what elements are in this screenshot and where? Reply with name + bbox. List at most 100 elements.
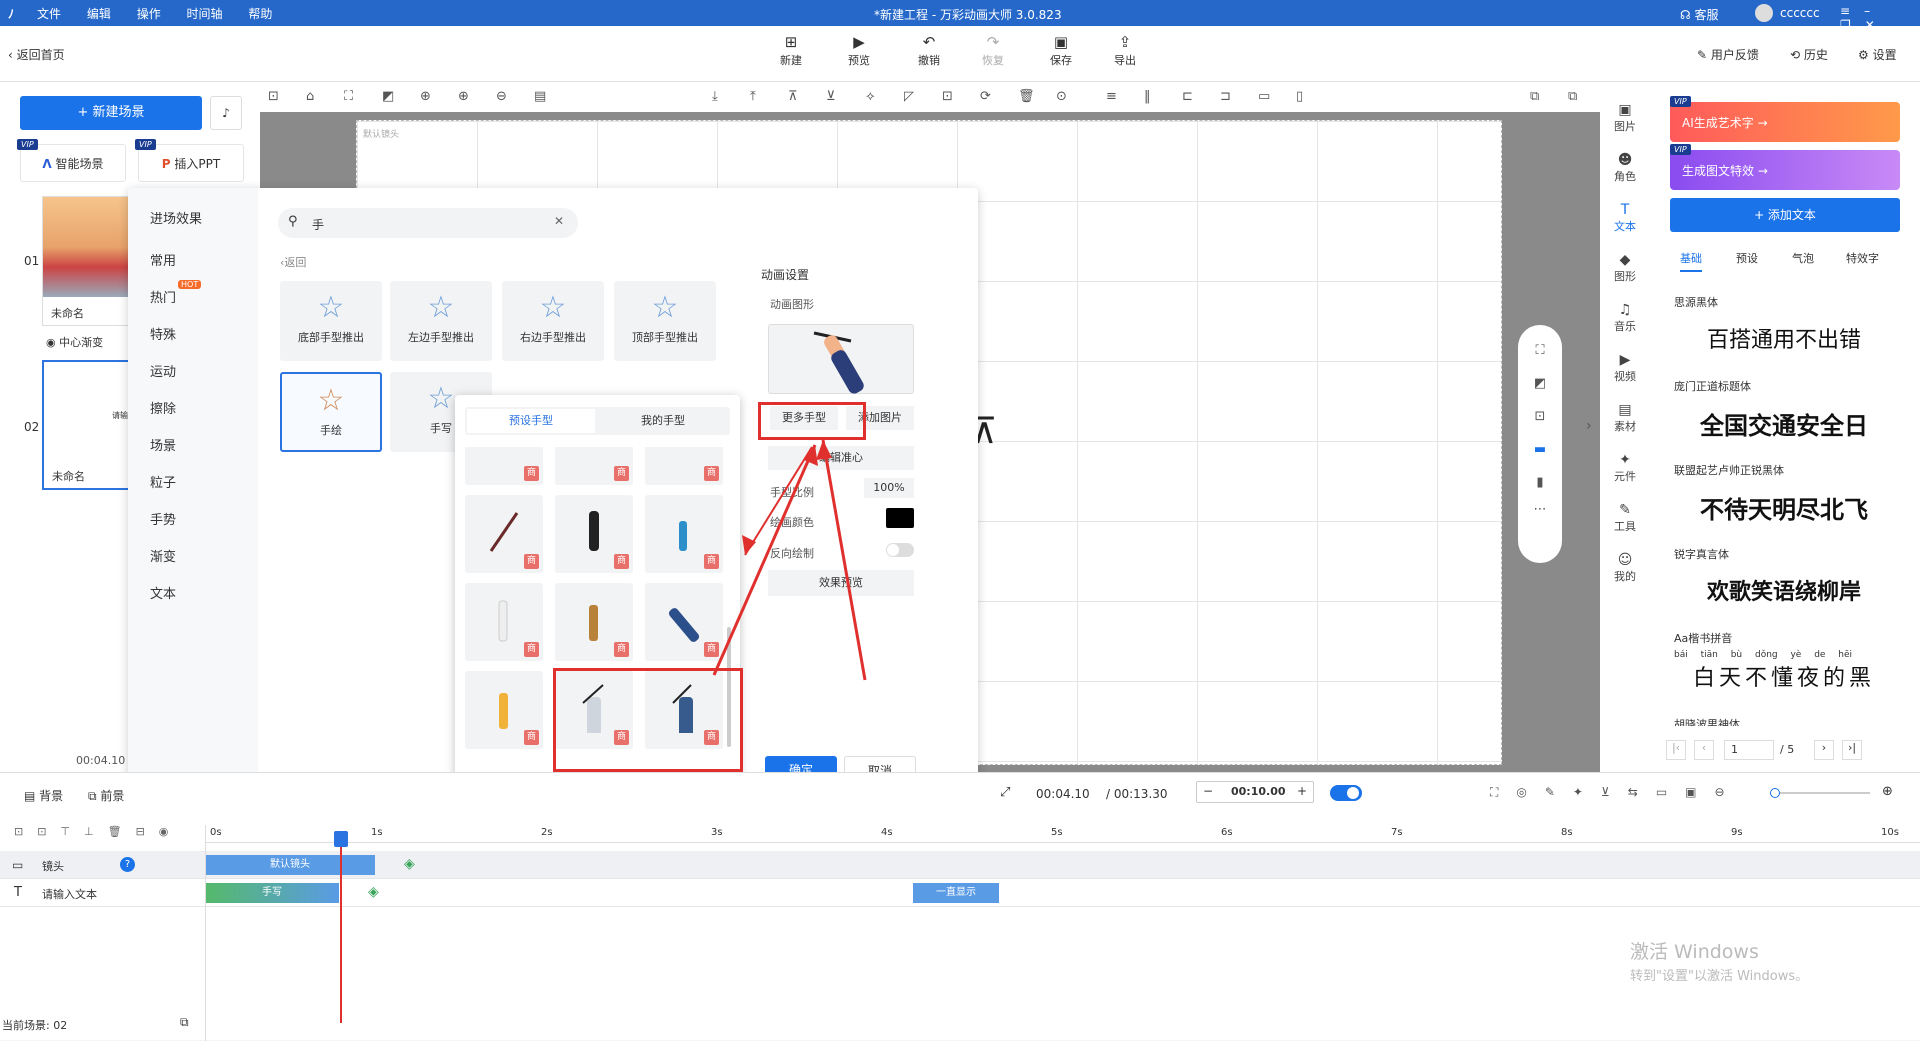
gen-text-banner[interactable]: VIP 生成图文特效 → [1670,144,1900,190]
page-total: / 5 [1780,743,1795,756]
toggle-knob [1347,787,1359,799]
rail-component[interactable]: ✦ 元件 [1600,452,1650,484]
font-name: 联盟起艺卢帅正锐黑体 [1674,464,1784,477]
ai-art-banner[interactable]: VIP AI生成艺术字 → [1670,96,1900,142]
ruler-tick: 4s [881,827,893,838]
font-demo: 百搭通用不出错 [1706,328,1861,353]
font-name: Aa楷书拼音 [1674,632,1733,645]
font-card[interactable]: 联盟起艺卢帅正锐黑体 不待天明尽北飞 [1674,462,1894,525]
camera-icon: ▭ [12,858,24,872]
loop-toggle[interactable] [1330,785,1362,801]
font-name: 胡晓波男神体 [1674,718,1740,726]
playhead-handle[interactable] [334,831,348,847]
font-name: 思源黑体 [1674,296,1718,309]
windows-watermark-sub: 转到"设置"以激活 Windows。 [1630,969,1809,984]
rail-label: 图片 [1614,120,1636,133]
rail-label: 素材 [1614,420,1636,433]
camera-clip[interactable]: 默认镜头 [205,855,375,875]
music-icon: ♫ [1618,302,1632,318]
prev-page-icon[interactable]: ‹ [1694,740,1714,760]
ruler-tick: 6s [1221,827,1233,838]
tab-basic[interactable]: 基础 [1680,250,1702,272]
rail-label: 工具 [1614,520,1636,533]
ai-art-label: AI生成艺术字 → [1682,116,1768,130]
foreground-button[interactable]: ⧉ 前景 [88,787,124,804]
track-header-toolbar: ⊡⊡⊤⊥🗑⊟◉ [14,825,183,838]
screenshot-icon[interactable]: ⧉ [180,1015,189,1030]
last-page-icon[interactable]: ›| [1842,740,1862,760]
rail-image[interactable]: ▣ 图片 [1600,102,1650,134]
page-input[interactable]: 1 [1724,740,1774,760]
gen-text-label: 生成图文特效 → [1682,164,1768,178]
slider-knob[interactable] [1770,788,1780,798]
user-icon: ☺ [1617,552,1633,568]
rail-label: 角色 [1614,170,1636,183]
pager: |‹ ‹ 1 / 5 › ›| [1666,740,1906,764]
font-pinyin: bái tiān bù dǒng yè de hēi [1674,650,1853,660]
timeline-panel: ▤ 背景 ⧉ 前景 ⤢ 00:04.10 / 00:13.30 − 00:10.… [0,772,1920,1041]
ruler-tick: 0s [210,827,222,838]
font-card[interactable]: 思源黑体百搭通用不出错 [1674,294,1894,354]
total-time: / 00:13.30 [1106,787,1168,801]
ruler-tick: 9s [1731,827,1743,838]
duration-value[interactable]: 00:10.00 [1231,785,1286,798]
fullscreen-icon[interactable]: ⤢ [1000,785,1010,800]
font-card[interactable]: 锐字真言体 欢歌笑语绕柳岸 [1674,546,1894,606]
rail-tools[interactable]: ✎ 工具 [1600,502,1650,534]
font-name: 锐字真言体 [1674,548,1729,561]
text-icon: T [1620,202,1630,218]
tab-bubble[interactable]: 气泡 [1792,250,1814,266]
add-text-button[interactable]: + 添加文本 [1670,198,1900,232]
track-row-text[interactable]: T 请输入文本 手写 ◈ 一直显示 [0,879,1920,907]
text-track-icon: T [14,885,22,900]
ruler-tick: 3s [711,827,723,838]
font-demo: 全国交通安全日 [1700,412,1868,440]
foreground-label: 前景 [100,789,125,803]
rail-mine[interactable]: ☺ 我的 [1600,552,1650,584]
rail-music[interactable]: ♫ 音乐 [1600,302,1650,334]
help-icon[interactable]: ? [120,857,135,872]
time-ruler: 0s 1s 2s 3s 4s 5s 6s 7s 8s 9s 10s [205,825,1920,843]
font-card[interactable]: 胡晓波男神体 [1674,716,1894,726]
rail-label: 文本 [1614,220,1636,233]
rail-label: 我的 [1614,570,1636,583]
tab-effect-text[interactable]: 特效字 [1846,250,1879,266]
tab-preset[interactable]: 预设 [1736,250,1758,266]
rail-video[interactable]: ▶ 视频 [1600,352,1650,384]
zoom-slider[interactable] [1770,788,1870,798]
timeline-tool-icons[interactable]: ⛶◎✎✦⊻⇆▭▣⊖ [1490,785,1743,800]
rail-shape[interactable]: ◆ 图形 [1600,252,1650,284]
vip-badge: VIP [1670,144,1691,155]
duration-stepper[interactable]: − 00:10.00 + [1196,781,1314,803]
font-name: 庞门正道标题体 [1674,380,1751,393]
rail-text[interactable]: T 文本 [1600,202,1650,234]
zoom-in-icon[interactable]: ⊕ [1882,784,1893,799]
ruler-tick: 10s [1881,827,1899,838]
track-divider [205,825,206,1041]
rail-role[interactable]: ☻ 角色 [1600,152,1650,184]
shape-icon: ◆ [1619,252,1631,268]
background-label: 背景 [39,789,64,803]
add-keyframe-icon[interactable]: ◈ [404,856,415,872]
rail-label: 视频 [1614,370,1636,383]
next-page-icon[interactable]: › [1814,740,1834,760]
add-keyframe-icon[interactable]: ◈ [368,884,379,900]
plus-icon[interactable]: + [1297,784,1307,798]
rail-material[interactable]: ▤ 素材 [1600,402,1650,434]
handwrite-clip[interactable]: 手写 [205,883,339,903]
ruler-tick: 8s [1561,827,1573,838]
playhead[interactable] [340,833,342,1023]
asset-rail: ▣ 图片 ☻ 角色 T 文本 ◆ 图形 ♫ 音乐 ▶ 视频 ▤ 素材 ✦ 元件 ✎ 工具 ☺ 我的 [1600,82,1650,772]
image-icon: ▣ [1618,102,1632,118]
minus-icon[interactable]: − [1203,784,1213,798]
background-button[interactable]: ▤ 背景 [24,787,63,804]
font-card[interactable]: 庞门正道标题体全国交通安全日 [1674,378,1894,441]
font-card[interactable]: Aa楷书拼音 bái tiān bù dǒng yè de hēi 白天不懂夜的… [1674,630,1894,692]
rail-label: 音乐 [1614,320,1636,333]
role-icon: ☻ [1617,152,1633,168]
track-row-camera[interactable]: ▭ 镜头 ? 默认镜头 ◈ [0,851,1920,879]
ruler-tick: 5s [1051,827,1063,838]
current-scene-status: 当前场景: 02 [2,1019,68,1032]
always-show-clip[interactable]: 一直显示 [913,883,999,903]
first-page-icon[interactable]: |‹ [1666,740,1686,760]
